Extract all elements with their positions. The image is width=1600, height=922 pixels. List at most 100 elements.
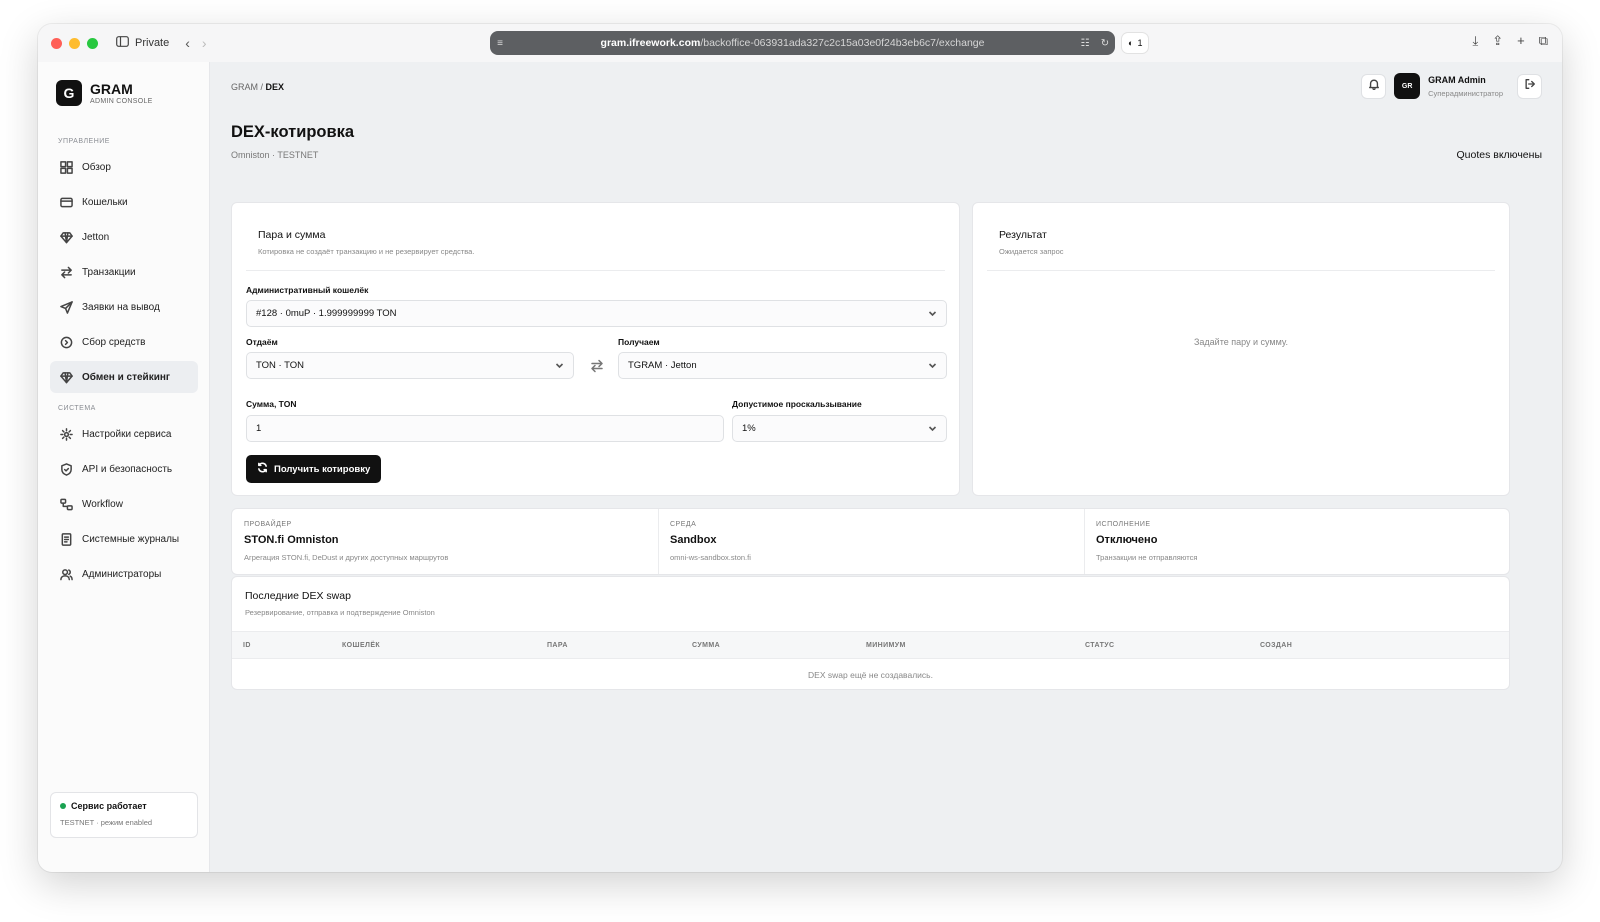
private-indicator[interactable]: Private [116, 36, 169, 50]
logo-mark: G [56, 80, 82, 106]
stat-value: Sandbox [670, 534, 717, 546]
section-label-manage: УПРАВЛЕНИЕ [58, 138, 110, 145]
sidebar-item-label: Транзакции [82, 266, 136, 278]
sidebar-item-wallets[interactable]: Кошельки [50, 186, 198, 218]
slippage-label: Допустимое проскальзывание [732, 399, 862, 409]
sidebar-item-withdrawals[interactable]: Заявки на вывод [50, 291, 198, 323]
page-settings-icon[interactable]: ≡ [490, 38, 510, 49]
sidebar-item-overview[interactable]: Обзор [50, 151, 198, 183]
slippage-select[interactable]: 1% [732, 415, 947, 442]
give-token-value: TON · TON [256, 360, 305, 371]
quotes-status: Quotes включены [1456, 149, 1543, 161]
sidebar-item-service-settings[interactable]: Настройки сервиса [50, 418, 198, 450]
recent-swaps-card: Последние DEX swap Резервирование, отпра… [231, 576, 1510, 690]
sidebar-item-workflow[interactable]: Workflow [50, 488, 198, 520]
browser-toolbar: Private ‹ › ≡ gram.ifreework.com/backoff… [38, 24, 1562, 62]
users-icon [59, 567, 73, 581]
give-token-select[interactable]: TON · TON [246, 352, 574, 379]
swaps-empty-text: DEX swap ещё не создавались. [808, 670, 933, 680]
download-icon[interactable]: ⤓ [1472, 33, 1478, 49]
breadcrumb-current: DEX [265, 82, 285, 92]
browser-window: Private ‹ › ≡ gram.ifreework.com/backoff… [38, 24, 1562, 872]
sidebar-item-jetton[interactable]: Jetton [50, 221, 198, 253]
send-icon [59, 300, 73, 314]
get-token-select[interactable]: TGRAM · Jetton [618, 352, 947, 379]
get-quote-label: Получить котировку [274, 463, 371, 475]
admin-profile[interactable]: GRAM Admin Суперадминистратор [1428, 75, 1503, 98]
get-quote-button[interactable]: Получить котировку [246, 455, 382, 483]
diamond-icon [59, 370, 73, 384]
new-tab-icon[interactable]: + [1517, 33, 1525, 49]
result-card: Результат Ожидается запрос Задайте пару … [972, 202, 1510, 496]
main-content: GRAM / DEX GR GRAM Admin Суперадминистра… [210, 62, 1562, 872]
swap-direction-icon[interactable] [590, 359, 604, 373]
wallet-select-value: #128 · 0muP · 1.999999999 TON [256, 308, 397, 319]
column-header-status: СТАТУС [1085, 642, 1115, 649]
circle-icon [59, 335, 73, 349]
zoom-window-button[interactable] [87, 37, 98, 49]
result-description: Ожидается запрос [999, 247, 1064, 256]
sidebar-item-transactions[interactable]: Транзакции [50, 256, 198, 288]
logout-button[interactable] [1517, 73, 1542, 99]
address-bar[interactable]: ≡ gram.ifreework.com/backoffice-063931ad… [490, 31, 1115, 55]
wallet-select[interactable]: #128 · 0muP · 1.999999999 TON [246, 300, 947, 327]
breadcrumb-separator: / [258, 82, 266, 92]
close-window-button[interactable] [51, 37, 62, 49]
service-status-card: Сервис работает TESTNET · режим enabled [50, 792, 198, 838]
sidebar-item-exchange-staking[interactable]: Обмен и стейкинг [50, 361, 198, 393]
get-label: Получаем [618, 337, 660, 347]
minimize-window-button[interactable] [69, 37, 80, 49]
swaps-description: Резервирование, отправка и подтверждение… [245, 608, 435, 617]
sidebar-item-api-security[interactable]: API и безопасность [50, 453, 198, 485]
stat-execution: ИСПОЛНЕНИЕ Отключено Транзакции не отпра… [1084, 509, 1510, 574]
forward-icon[interactable]: › [202, 35, 207, 51]
workflow-icon [59, 497, 73, 511]
bell-icon [1368, 77, 1380, 95]
section-label-system: СИСТЕМА [58, 405, 96, 412]
tabs-overview-icon[interactable]: ⧉ [1539, 33, 1548, 49]
stat-label: СРЕДА [670, 521, 697, 528]
sidebar-item-system-logs[interactable]: Системные журналы [50, 523, 198, 555]
service-status-title: Сервис работает [71, 801, 147, 811]
avatar[interactable]: GR [1394, 73, 1421, 99]
reload-icon[interactable]: ↻ [1095, 38, 1115, 49]
header-actions: GR GRAM Admin Суперадминистратор [1361, 73, 1542, 99]
result-divider [987, 270, 1495, 271]
admin-role: Суперадминистратор [1428, 88, 1503, 98]
service-status-subtitle: TESTNET · режим enabled [60, 818, 153, 827]
translate-icon[interactable]: ☷ [1075, 38, 1095, 49]
sidebar-item-label: Заявки на вывод [82, 301, 160, 313]
form-description: Котировка не создаёт транзакцию и не рез… [258, 247, 475, 256]
url-path: /backoffice-063931ada327c2c15a03e0f24b3e… [700, 37, 985, 49]
back-icon[interactable]: ‹ [185, 35, 190, 51]
window-controls [51, 37, 98, 49]
notifications-button[interactable] [1361, 73, 1387, 99]
amount-input[interactable]: 1 [246, 415, 724, 442]
logout-icon [1524, 77, 1536, 95]
stat-label: ИСПОЛНЕНИЕ [1096, 521, 1151, 528]
sidebar-item-collection[interactable]: Сбор средств [50, 326, 198, 358]
grid-icon [59, 160, 73, 174]
sidebar-item-label: Обзор [82, 161, 111, 173]
swaps-table-header: ID КОШЕЛЁК ПАРА СУММА МИНИМУМ СТАТУС СОЗ… [232, 631, 1509, 659]
wallet-icon [59, 195, 73, 209]
column-header-wallet: КОШЕЛЁК [342, 642, 381, 649]
amount-label: Сумма, TON [246, 399, 297, 409]
brand-logo[interactable]: G GRAM ADMIN CONSOLE [56, 80, 153, 106]
sidebar-item-label: Системные журналы [82, 533, 180, 545]
sidebar: G GRAM ADMIN CONSOLE УПРАВЛЕНИЕ Обзор Ко… [38, 62, 210, 872]
brand-title: GRAM [90, 80, 133, 97]
shield-icon: ◐ [1128, 38, 1134, 48]
share-icon[interactable]: ⇪ [1492, 33, 1503, 49]
stat-provider: ПРОВАЙДЕР STON.fi Omniston Агрегация STO… [232, 509, 658, 574]
url-text: gram.ifreework.com/backoffice-063931ada3… [510, 37, 1075, 49]
breadcrumb-root[interactable]: GRAM [231, 82, 258, 92]
admin-name: GRAM Admin [1428, 74, 1486, 85]
column-header-minimum: МИНИМУМ [866, 642, 906, 649]
history-nav: ‹ › [185, 35, 206, 51]
column-header-amount: СУММА [692, 642, 721, 649]
sidebar-item-administrators[interactable]: Администраторы [50, 558, 198, 590]
privacy-shield-badge[interactable]: ◐ 1 [1122, 33, 1149, 53]
result-empty-text: Задайте пару и сумму. [1193, 337, 1289, 347]
gear-icon [59, 427, 73, 441]
